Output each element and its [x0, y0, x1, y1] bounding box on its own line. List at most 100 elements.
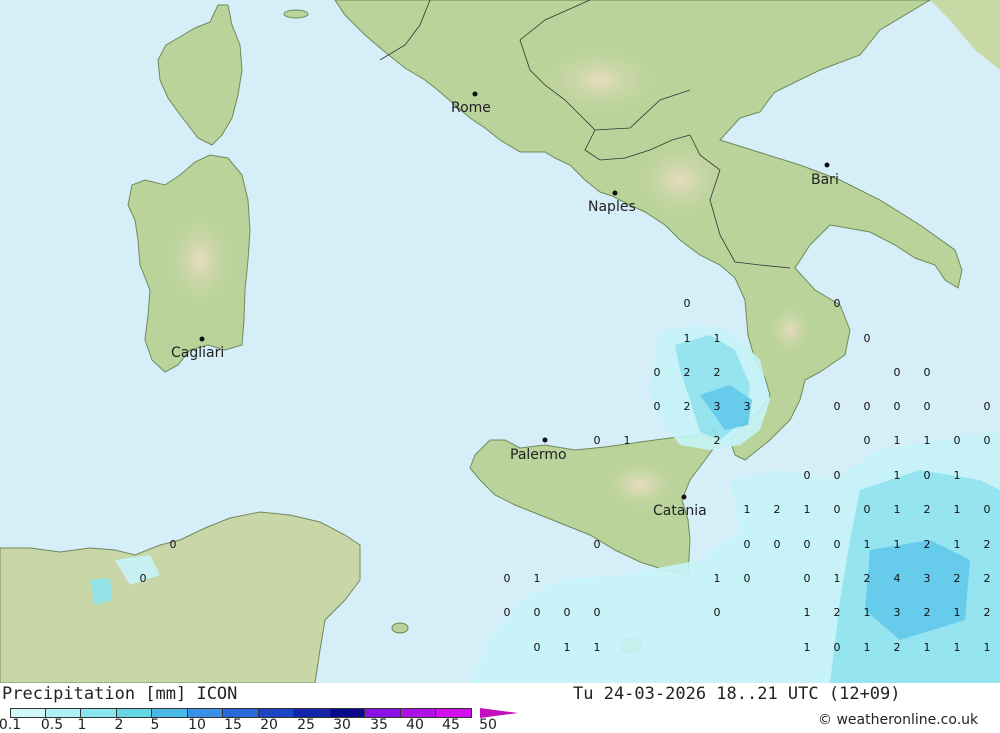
city-dot	[542, 437, 548, 443]
grid-value: 1	[624, 434, 631, 447]
grid-value: 1	[864, 606, 871, 619]
grid-value: 0	[684, 297, 691, 310]
grid-value: 0	[170, 538, 177, 551]
grid-value: 0	[954, 434, 961, 447]
grid-value: 0	[744, 572, 751, 585]
grid-value: 1	[894, 538, 901, 551]
city-dot	[612, 190, 618, 196]
grid-value: 1	[564, 641, 571, 654]
city-label-palermo: Palermo	[510, 447, 567, 463]
grid-value: 0	[984, 503, 991, 516]
grid-value: 1	[894, 434, 901, 447]
grid-value: 1	[714, 572, 721, 585]
grid-value: 1	[714, 332, 721, 345]
grid-value: 3	[894, 606, 901, 619]
city-label-bari: Bari	[811, 172, 839, 188]
grid-value: 0	[774, 538, 781, 551]
grid-value: 3	[924, 572, 931, 585]
city-label-catania: Catania	[653, 503, 707, 519]
grid-value: 0	[894, 400, 901, 413]
grid-value: 0	[714, 606, 721, 619]
scale-tick: 1	[77, 717, 87, 733]
city-dot	[199, 336, 205, 342]
grid-value: 0	[834, 538, 841, 551]
grid-value: 4	[894, 572, 901, 585]
grid-value: 0	[140, 572, 147, 585]
city-dot	[472, 91, 478, 97]
grid-value: 0	[834, 400, 841, 413]
grid-value: 2	[714, 366, 721, 379]
grid-value: 0	[804, 572, 811, 585]
map-footer: Precipitation [mm] ICON Tu 24-03-2026 18…	[0, 683, 1000, 733]
apennines-south	[630, 135, 730, 225]
grid-value: 0	[984, 400, 991, 413]
grid-value: 0	[564, 606, 571, 619]
scale-tick: 0.1	[0, 717, 22, 733]
grid-value: 2	[864, 572, 871, 585]
weather-map: Rome Naples Bari Cagliari Palermo Catani…	[0, 0, 1000, 683]
scale-tick: 15	[224, 717, 242, 733]
grid-value: 0	[834, 297, 841, 310]
map-canvas: Rome Naples Bari Cagliari Palermo Catani…	[0, 0, 1000, 683]
grid-value: 1	[954, 469, 961, 482]
grid-value: 0	[864, 434, 871, 447]
grid-value: 1	[954, 503, 961, 516]
grid-value: 1	[954, 641, 961, 654]
credit-link[interactable]: © weatheronline.co.uk	[818, 712, 978, 728]
grid-value: 0	[894, 366, 901, 379]
grid-value: 0	[834, 641, 841, 654]
grid-value: 0	[744, 538, 751, 551]
grid-value: 2	[954, 572, 961, 585]
grid-value: 0	[804, 469, 811, 482]
grid-value: 1	[864, 641, 871, 654]
grid-value: 0	[834, 503, 841, 516]
grid-value: 1	[804, 503, 811, 516]
grid-value: 0	[924, 400, 931, 413]
grid-value: 1	[594, 641, 601, 654]
grid-value: 1	[684, 332, 691, 345]
grid-value: 1	[534, 572, 541, 585]
grid-value: 0	[534, 641, 541, 654]
grid-value: 2	[774, 503, 781, 516]
map-title: Precipitation [mm] ICON	[2, 684, 238, 704]
scale-tick: 45	[442, 717, 460, 733]
grid-value: 0	[504, 572, 511, 585]
grid-value: 2	[684, 400, 691, 413]
grid-value: 0	[924, 469, 931, 482]
scale-tick: 40	[406, 717, 424, 733]
sardinia-hills	[160, 205, 240, 315]
grid-value: 0	[534, 606, 541, 619]
grid-value: 0	[984, 434, 991, 447]
grid-value: 2	[924, 503, 931, 516]
city-label-rome: Rome	[451, 100, 491, 116]
scale-tick: 10	[188, 717, 206, 733]
city-label-naples: Naples	[588, 199, 636, 215]
scale-tick: 50	[479, 717, 497, 733]
elba-island	[283, 9, 309, 19]
pantelleria-island	[391, 622, 409, 634]
scale-tick: 20	[260, 717, 278, 733]
grid-value: 2	[984, 538, 991, 551]
grid-value: 0	[864, 400, 871, 413]
city-dot	[681, 494, 687, 500]
grid-value: 1	[924, 434, 931, 447]
grid-value: 0	[834, 469, 841, 482]
grid-value: 2	[924, 606, 931, 619]
grid-value: 0	[594, 606, 601, 619]
grid-value: 1	[954, 606, 961, 619]
scale-tick: 25	[297, 717, 315, 733]
grid-value: 0	[594, 434, 601, 447]
grid-value: 1	[804, 606, 811, 619]
grid-value: 1	[744, 503, 751, 516]
grid-value: 1	[894, 503, 901, 516]
grid-value: 0	[864, 503, 871, 516]
grid-value: 3	[744, 400, 751, 413]
grid-value: 0	[654, 366, 661, 379]
scale-tick: 0.5	[40, 717, 64, 733]
grid-value: 1	[984, 641, 991, 654]
grid-value: 2	[684, 366, 691, 379]
grid-value: 1	[924, 641, 931, 654]
grid-value: 1	[864, 538, 871, 551]
scale-tick: 30	[333, 717, 351, 733]
grid-value: 2	[924, 538, 931, 551]
